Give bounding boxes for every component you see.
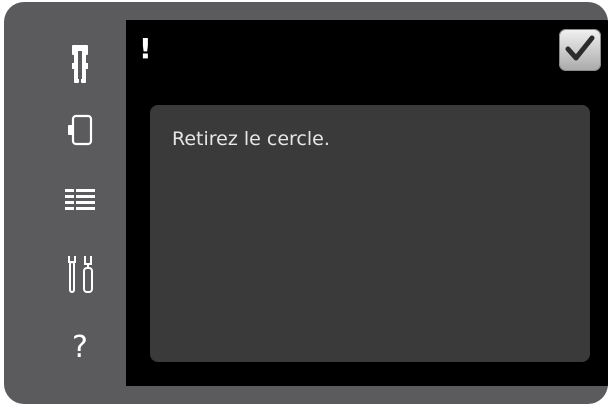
message-panel: Retirez le cercle.	[150, 105, 590, 362]
help-button[interactable]: ?	[40, 320, 120, 376]
tools-button[interactable]	[40, 246, 120, 302]
checkmark-icon	[565, 34, 595, 66]
device-bezel: ? ! Retirez le cercle.	[4, 2, 608, 404]
presser-foot-button[interactable]	[40, 36, 120, 92]
menu-button[interactable]	[40, 172, 120, 228]
message-text: Retirez le cercle.	[172, 128, 330, 150]
hoop-button[interactable]	[40, 102, 120, 158]
dialog-screen: ! Retirez le cercle.	[126, 20, 608, 386]
tools-icon	[65, 254, 95, 294]
confirm-button[interactable]	[559, 29, 601, 71]
sidebar: ?	[4, 2, 124, 404]
menu-list-icon	[65, 189, 95, 211]
help-icon: ?	[72, 330, 88, 365]
alert-icon: !	[139, 32, 152, 65]
hoop-icon	[67, 114, 93, 146]
presser-foot-icon	[70, 45, 90, 83]
